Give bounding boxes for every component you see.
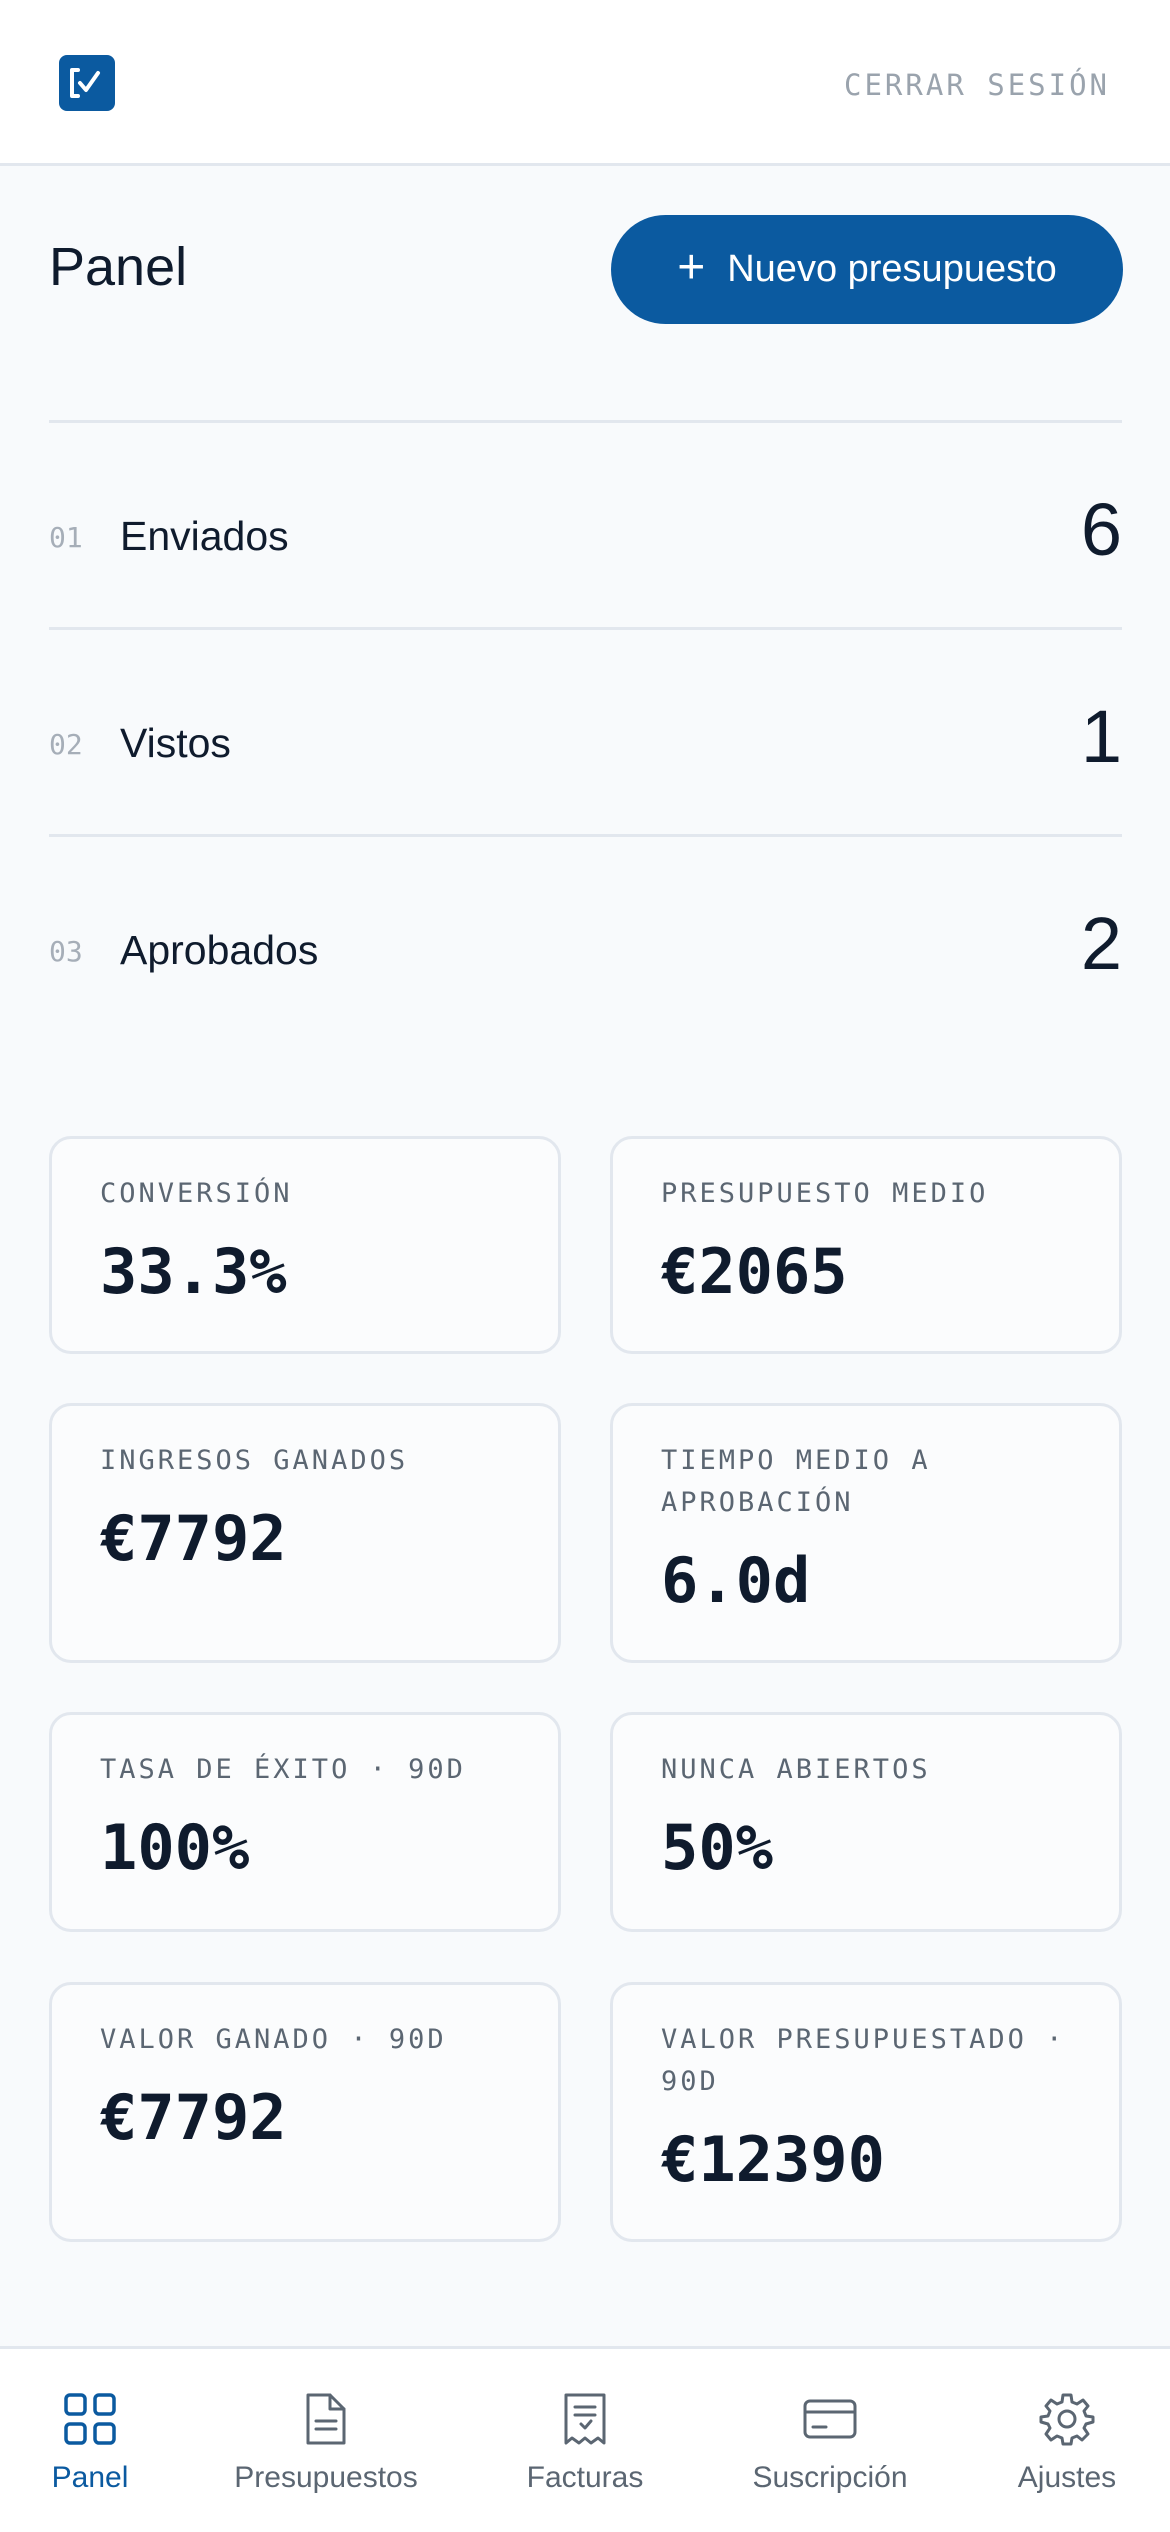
new-quote-label: Nuevo presupuesto xyxy=(727,248,1057,290)
metric-card-conversion: CONVERSIÓN 33.3% xyxy=(49,1136,561,1354)
metric-label: PRESUPUESTO MEDIO xyxy=(661,1178,989,1209)
metric-card-time-to-approval: TIEMPO MEDIO A APROBACIÓN 6.0d xyxy=(610,1403,1122,1663)
nav-item-panel[interactable]: Panel xyxy=(30,2349,150,2532)
nav-label: Facturas xyxy=(526,2461,644,2494)
metric-card-average-quote: PRESUPUESTO MEDIO €2065 xyxy=(610,1136,1122,1354)
metric-value: €12390 xyxy=(661,2123,885,2196)
metric-card-success-rate: TASA DE ÉXITO · 90D 100% xyxy=(49,1712,561,1932)
nav-label: Presupuestos xyxy=(234,2461,418,2494)
metric-label: INGRESOS GANADOS xyxy=(100,1445,409,1476)
metric-value: €7792 xyxy=(100,2081,287,2154)
stat-label: Enviados xyxy=(120,513,289,559)
stat-index: 01 xyxy=(49,521,83,554)
stat-row-approved[interactable]: 03 Aprobados 2 xyxy=(49,834,1122,1041)
nav-item-quotes[interactable]: Presupuestos xyxy=(216,2349,436,2532)
metric-label: VALOR GANADO · 90D xyxy=(100,2024,447,2055)
stat-label: Aprobados xyxy=(120,927,319,973)
stat-value: 6 xyxy=(1080,488,1122,571)
nav-item-subscription[interactable]: Suscripción xyxy=(730,2349,930,2532)
metric-card-revenue-won: INGRESOS GANADOS €7792 xyxy=(49,1403,561,1663)
new-quote-button[interactable]: + Nuevo presupuesto xyxy=(611,215,1123,324)
metric-value: 50% xyxy=(661,1811,773,1884)
metric-label: CONVERSIÓN xyxy=(100,1178,293,1209)
metric-label: VALOR PRESUPUESTADO · 90D xyxy=(661,2024,1066,2097)
stat-index: 03 xyxy=(49,935,83,968)
metric-value: €2065 xyxy=(661,1235,848,1308)
document-icon xyxy=(306,2393,346,2445)
page-title: Panel xyxy=(49,237,188,297)
stat-row-viewed[interactable]: 02 Vistos 1 xyxy=(49,627,1122,834)
metric-value: 6.0d xyxy=(661,1544,811,1617)
metric-label: TASA DE ÉXITO · 90D xyxy=(100,1754,466,1785)
nav-item-settings[interactable]: Ajustes xyxy=(1000,2349,1134,2532)
metric-card-never-opened: NUNCA ABIERTOS 50% xyxy=(610,1712,1122,1932)
metric-label: NUNCA ABIERTOS xyxy=(661,1754,931,1785)
metric-value: 33.3% xyxy=(100,1235,287,1308)
bottom-nav: Panel Presupuestos Facturas Suscripción … xyxy=(0,2346,1170,2532)
credit-card-icon xyxy=(803,2399,857,2439)
stat-value: 2 xyxy=(1080,902,1122,985)
stat-row-sent[interactable]: 01 Enviados 6 xyxy=(49,420,1122,627)
nav-label: Ajustes xyxy=(1017,2461,1117,2494)
metric-card-value-won: VALOR GANADO · 90D €7792 xyxy=(49,1982,561,2242)
grid-icon xyxy=(64,2393,116,2445)
stats-list: 01 Enviados 6 02 Vistos 1 03 Aprobados 2 xyxy=(49,420,1122,1041)
stat-value: 1 xyxy=(1080,695,1122,778)
nav-item-invoices[interactable]: Facturas xyxy=(505,2349,665,2532)
plus-icon: + xyxy=(677,240,706,294)
metric-label: TIEMPO MEDIO A APROBACIÓN xyxy=(661,1445,931,1518)
app-logo-icon[interactable] xyxy=(59,55,115,111)
logout-button[interactable]: CERRAR SESIÓN xyxy=(844,68,1110,102)
stat-label: Vistos xyxy=(120,720,231,766)
nav-label: Panel xyxy=(51,2461,129,2494)
gear-icon xyxy=(1039,2393,1095,2446)
metric-value: €7792 xyxy=(100,1502,287,1575)
metric-card-value-quoted: VALOR PRESUPUESTADO · 90D €12390 xyxy=(610,1982,1122,2242)
stat-index: 02 xyxy=(49,728,83,761)
top-bar: CERRAR SESIÓN xyxy=(0,0,1170,166)
metric-value: 100% xyxy=(100,1811,250,1884)
receipt-icon xyxy=(564,2393,606,2445)
nav-label: Suscripción xyxy=(752,2461,908,2494)
